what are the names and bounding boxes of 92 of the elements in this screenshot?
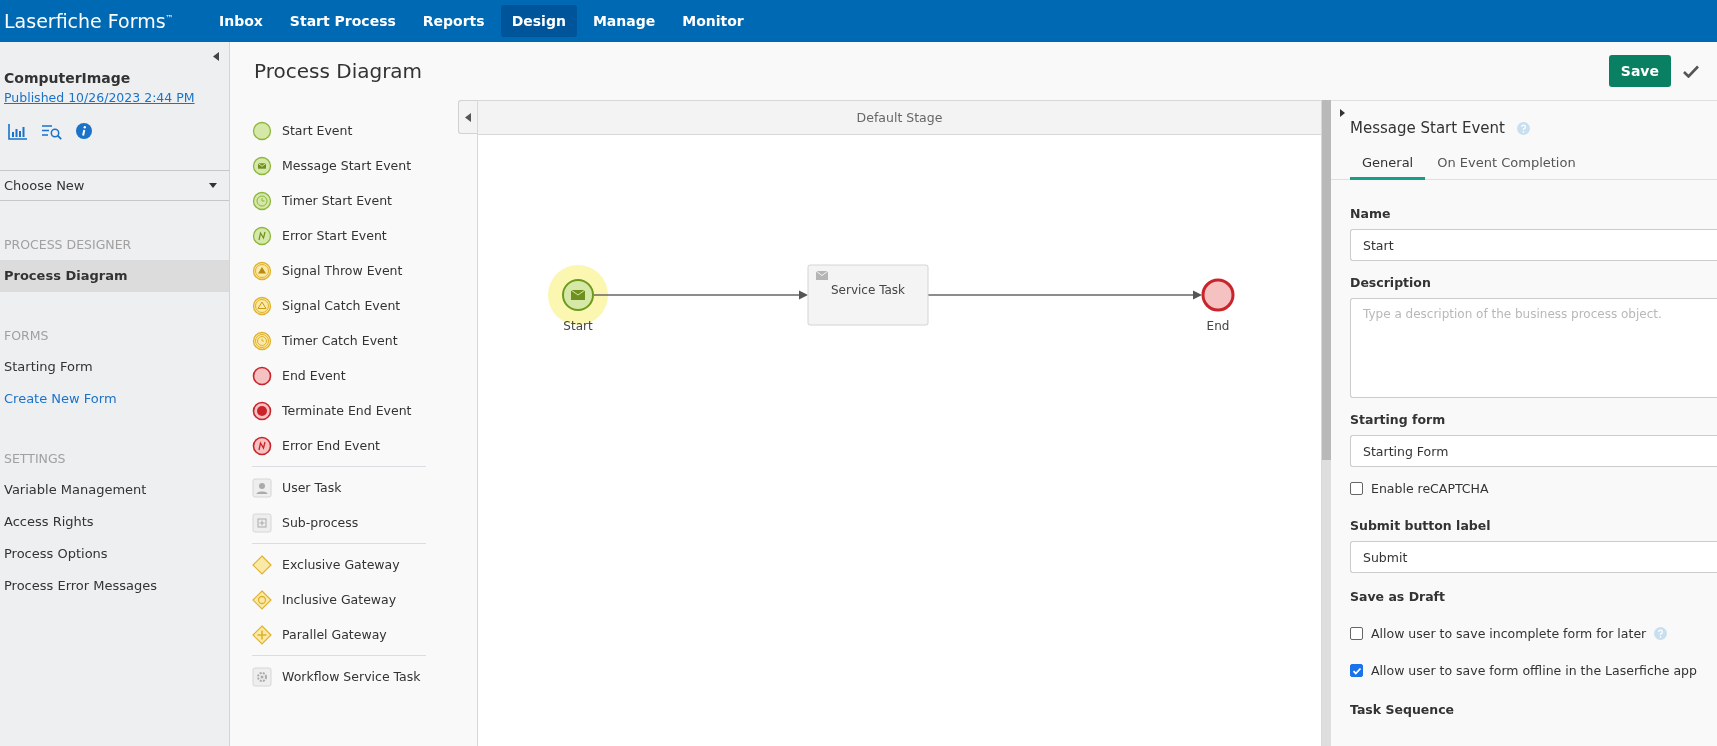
clock-circle-icon	[252, 330, 272, 351]
checkbox[interactable]	[1350, 664, 1363, 677]
nav-tab[interactable]: Inbox	[208, 5, 274, 37]
palette-item[interactable]: Signal Throw Event	[282, 263, 403, 278]
create-form-link[interactable]: Create New Form	[0, 383, 229, 415]
sequence-flow-arrow[interactable]	[593, 290, 808, 300]
lightning-circle-icon	[252, 435, 272, 456]
nav-tab[interactable]: Monitor	[671, 5, 755, 37]
stage-header: Default Stage	[478, 101, 1321, 135]
panel-tab[interactable]: General	[1350, 149, 1426, 180]
palette-item[interactable]: Inclusive Gateway	[282, 592, 397, 607]
envelope-start-event[interactable]	[562, 279, 594, 311]
field-label: Name	[1350, 206, 1392, 221]
palette-item[interactable]: Error End Event	[282, 438, 380, 453]
envelope-icon	[815, 270, 829, 280]
node-label: Start	[563, 319, 593, 333]
checkbox-label: Allow user to save incomplete form for later	[1371, 626, 1647, 641]
checkbox[interactable]	[1350, 482, 1363, 495]
sidebar-item[interactable]: Variable Management	[0, 474, 229, 506]
gear-square-icon	[252, 666, 272, 687]
palette-item[interactable]: Signal Catch Event	[282, 298, 401, 313]
choose-new-dropdown[interactable]: Choose New	[0, 170, 229, 201]
collapse-caret-icon[interactable]	[213, 52, 219, 61]
section-heading: PROCESS DESIGNER	[3, 237, 133, 252]
lightning-circle-icon	[252, 225, 272, 246]
sequence-flow-arrow[interactable]	[927, 290, 1202, 300]
palette-item[interactable]: Exclusive Gateway	[282, 557, 400, 572]
description-field[interactable]: Type a description of the business process object.	[1350, 298, 1717, 398]
caret-icon	[465, 112, 471, 122]
scrollbar[interactable]	[1322, 100, 1331, 746]
field-label: Submit button label	[1350, 518, 1492, 533]
palette-item[interactable]: Workflow Service Task	[282, 669, 421, 684]
sidebar-item[interactable]: Starting Form	[0, 351, 229, 383]
envelope-circle-icon	[252, 155, 272, 176]
palette-item[interactable]: Terminate End Event	[282, 403, 412, 418]
sidebar-item[interactable]: Process Options	[0, 538, 229, 570]
service-task-node[interactable]	[807, 264, 929, 326]
diamond-icon	[252, 554, 272, 575]
circle-icon	[252, 120, 272, 141]
end-event[interactable]	[1201, 278, 1235, 312]
sidebar-item[interactable]: Process Error Messages	[0, 570, 229, 602]
section-heading: SETTINGS	[3, 451, 67, 466]
save-button[interactable]: Save	[1608, 55, 1671, 87]
checkbox-label: Allow user to save form offline in the Laserfiche app	[1371, 663, 1697, 678]
check-icon[interactable]	[1683, 64, 1699, 78]
expand-caret-icon[interactable]	[1340, 109, 1345, 117]
diamond-plus-icon	[252, 624, 272, 645]
published-link[interactable]: Published 10/26/2023 2:44 PM	[0, 86, 229, 105]
circle-icon	[252, 365, 272, 386]
page-title: Process Diagram	[254, 59, 424, 83]
palette-item[interactable]: Timer Catch Event	[282, 333, 398, 348]
text-field[interactable]: Submit	[1350, 541, 1717, 573]
checkbox[interactable]	[1350, 627, 1363, 640]
bar-chart-icon[interactable]	[8, 123, 28, 140]
triangle-circle-icon	[252, 260, 272, 281]
node-label: End	[1206, 319, 1230, 333]
collapse-palette-button[interactable]	[458, 100, 477, 134]
nav-tab[interactable]: Reports	[411, 5, 496, 37]
palette-item[interactable]: End Event	[282, 368, 346, 383]
plus-square-icon	[252, 512, 272, 533]
triangle-circle-icon	[252, 295, 272, 316]
sidebar-item[interactable]: Process Diagram	[0, 260, 229, 292]
dot-circle-icon	[252, 400, 272, 421]
list-search-icon[interactable]	[41, 123, 63, 140]
sidebar-item[interactable]: Access Rights	[0, 506, 229, 538]
field-label: Description	[1350, 275, 1432, 290]
palette-item[interactable]: User Task	[282, 480, 342, 495]
panel-title: Message Start Event	[1350, 119, 1505, 137]
palette-item[interactable]: Error Start Event	[282, 228, 387, 243]
node-label: Service Task	[830, 283, 906, 297]
nav-tab[interactable]: Start Process	[278, 5, 407, 37]
palette-item[interactable]: Message Start Event	[282, 158, 412, 173]
section-heading: FORMS	[3, 328, 50, 343]
section-heading: Task Sequence	[1350, 702, 1456, 717]
text-field[interactable]: Start	[1350, 229, 1717, 261]
panel-tab[interactable]: On Event Completion	[1425, 149, 1588, 180]
text-field[interactable]: Starting Form	[1350, 435, 1717, 467]
checkbox-label: Enable reCAPTCHA	[1371, 481, 1489, 496]
field-label: Starting form	[1350, 412, 1447, 427]
palette-item[interactable]: Timer Start Event	[282, 193, 393, 208]
palette-item[interactable]: Start Event	[282, 123, 353, 138]
clock-circle-icon	[252, 190, 272, 211]
caret-icon	[209, 183, 217, 188]
section-heading: Save as Draft	[1350, 589, 1447, 604]
palette-item[interactable]: Parallel Gateway	[282, 627, 387, 642]
nav-tab[interactable]: Design	[500, 5, 577, 37]
process-name: ComputerImage	[4, 70, 132, 86]
nav-tab[interactable]: Manage	[581, 5, 667, 37]
palette-item[interactable]: Sub-process	[282, 515, 359, 530]
app-logo: Laserfiche Forms$^{™}$	[3, 10, 175, 32]
info-icon[interactable]	[76, 123, 92, 139]
user-icon	[252, 477, 272, 498]
